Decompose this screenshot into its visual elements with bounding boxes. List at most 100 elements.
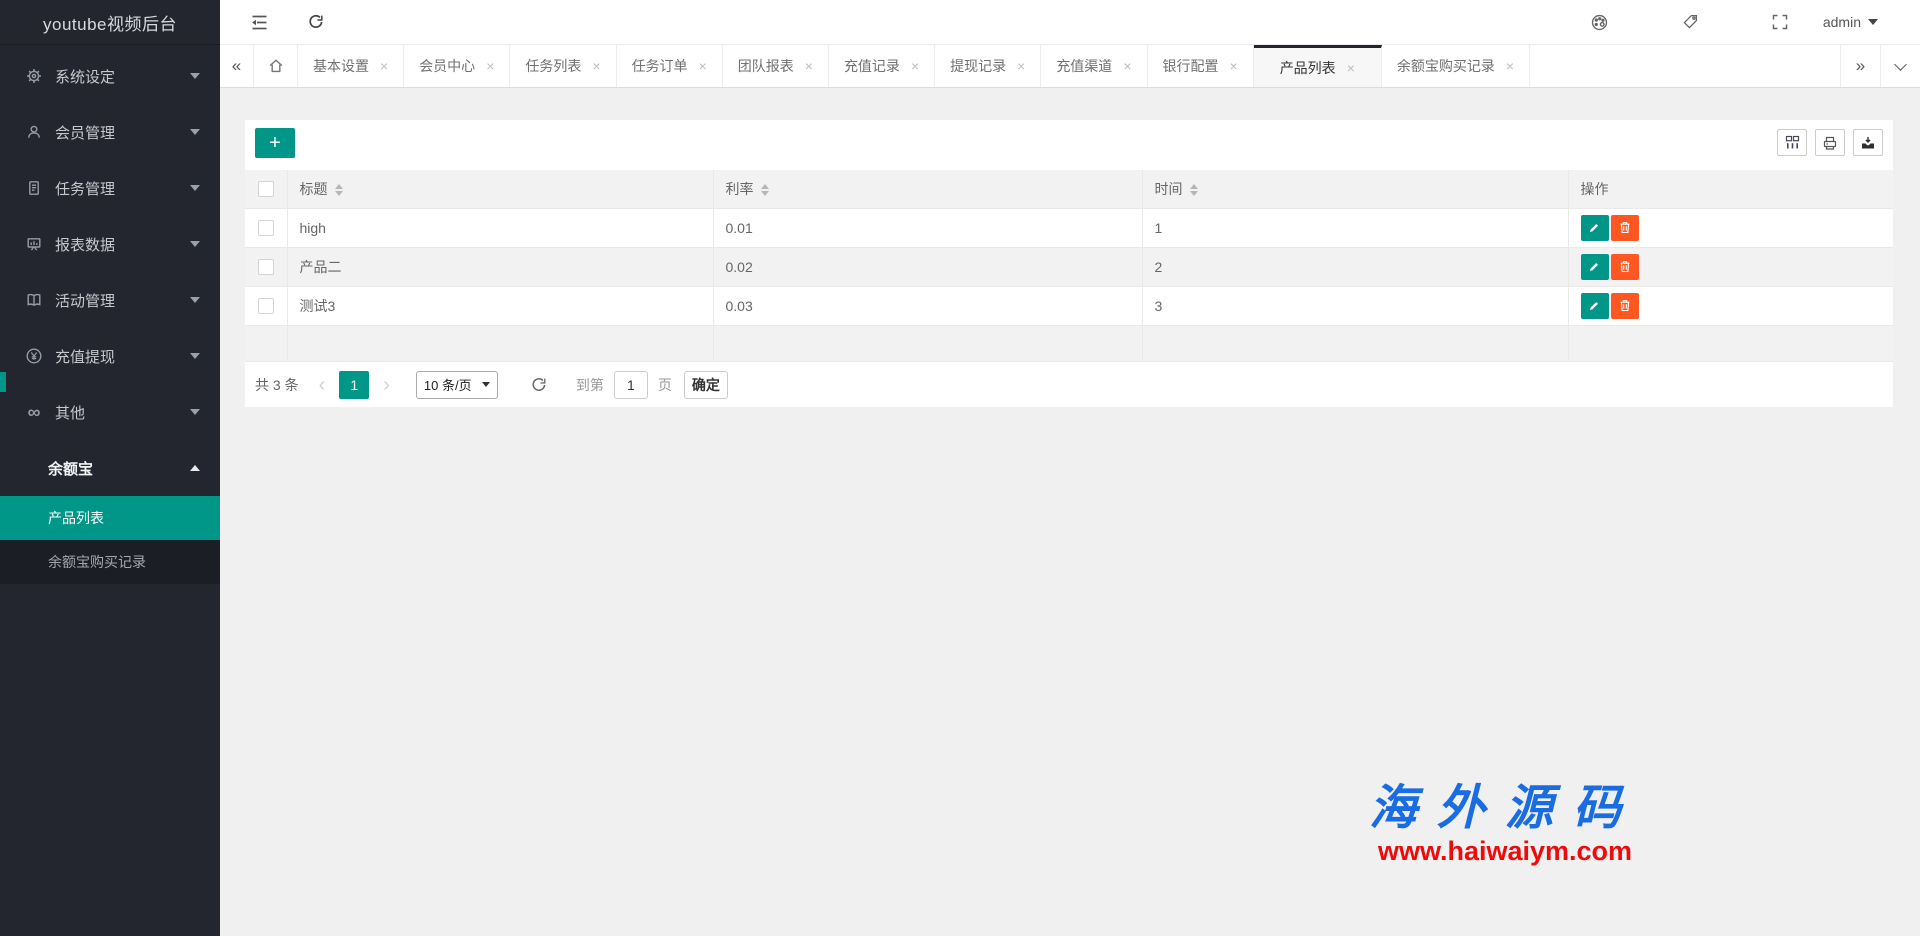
add-button[interactable]: + xyxy=(255,128,295,158)
tab-close-icon[interactable]: × xyxy=(592,58,600,74)
total-count: 共 3 条 xyxy=(255,375,299,395)
table-row-empty xyxy=(245,325,1893,361)
tabs-menu-button[interactable] xyxy=(1880,45,1920,87)
tab-close-icon[interactable]: × xyxy=(486,58,494,74)
tab-withdraw-records[interactable]: 提现记录 × xyxy=(935,45,1041,87)
edit-button[interactable] xyxy=(1581,293,1609,319)
fullscreen-icon[interactable] xyxy=(1771,13,1789,31)
chevron-down-icon xyxy=(190,353,200,359)
edit-pencil-icon xyxy=(1588,299,1601,312)
pager-refresh-button[interactable] xyxy=(530,376,548,394)
sort-icon[interactable] xyxy=(335,184,343,196)
tab-task-orders[interactable]: 任务订单 × xyxy=(617,45,723,87)
sidebar-item-label: 其他 xyxy=(55,402,85,423)
tab-close-icon[interactable]: × xyxy=(1123,58,1131,74)
tab-close-icon[interactable]: × xyxy=(911,58,919,74)
cell-title: 测试3 xyxy=(287,286,713,325)
prev-page-button[interactable]: ‹ xyxy=(319,375,326,395)
tab-member-center[interactable]: 会员中心× xyxy=(404,45,510,87)
tabs-scroll-right-button[interactable]: » xyxy=(1840,45,1880,87)
edit-button[interactable] xyxy=(1581,254,1609,280)
row-select-cell xyxy=(245,247,287,286)
tab-close-icon[interactable]: × xyxy=(1347,60,1355,76)
book-icon xyxy=(24,290,44,310)
yen-circle-icon xyxy=(24,346,44,366)
page-number-button[interactable]: 1 xyxy=(339,371,369,399)
tab-close-icon[interactable]: × xyxy=(805,58,813,74)
column-header: 时间 xyxy=(1142,170,1568,208)
column-label: 标题 xyxy=(300,181,328,197)
sidebar-item-recharge-withdraw[interactable]: 充值提现 xyxy=(0,328,220,384)
sidebar-item-task-management[interactable]: 任务管理 xyxy=(0,160,220,216)
column-header: 标题 xyxy=(287,170,713,208)
tab-label: 充值渠道 xyxy=(1056,56,1112,76)
tab-label: 产品列表 xyxy=(1280,58,1336,78)
cell-rate: 0.01 xyxy=(713,208,1142,247)
menu-fold-icon[interactable] xyxy=(250,13,269,32)
pagination: 共 3 条 ‹ 1 › 10 条/页 到第 页 确定 xyxy=(245,362,1893,407)
theme-palette-icon[interactable] xyxy=(1590,13,1609,32)
filter-columns-button[interactable] xyxy=(1777,129,1807,156)
refresh-icon[interactable] xyxy=(307,13,325,31)
refresh-icon xyxy=(530,376,548,394)
delete-button[interactable] xyxy=(1611,215,1639,241)
product-list-card: + xyxy=(245,120,1893,407)
row-checkbox[interactable] xyxy=(258,259,274,275)
tab-label: 任务列表 xyxy=(525,56,581,76)
sidebar-item-system-settings[interactable]: 系统设定 xyxy=(0,48,220,104)
sort-icon[interactable] xyxy=(1190,184,1198,196)
tab-close-icon[interactable]: × xyxy=(1506,58,1514,74)
column-header: 操作 xyxy=(1568,170,1893,208)
trash-icon xyxy=(1619,299,1631,312)
chart-board-icon xyxy=(24,234,44,254)
tab-team-report[interactable]: 团队报表× xyxy=(723,45,829,87)
cell-actions xyxy=(1568,208,1893,247)
home-icon xyxy=(267,57,285,75)
tabs-scroll-left-button[interactable]: « xyxy=(220,45,254,87)
edit-button[interactable] xyxy=(1581,215,1609,241)
submenu-item-product-list[interactable]: 产品列表 xyxy=(0,496,220,540)
tab-recharge-channels[interactable]: 充值渠道 × xyxy=(1041,45,1147,87)
confirm-button[interactable]: 确定 xyxy=(684,371,728,399)
tab-close-icon[interactable]: × xyxy=(699,58,707,74)
tab-label: 基本设置 xyxy=(313,56,369,76)
goto-page-input[interactable] xyxy=(614,371,648,399)
sidebar-item-activity-management[interactable]: 活动管理 xyxy=(0,272,220,328)
tab-close-icon[interactable]: × xyxy=(1017,58,1025,74)
delete-button[interactable] xyxy=(1611,293,1639,319)
tab-task-list[interactable]: 任务列表 × xyxy=(510,45,616,87)
delete-button[interactable] xyxy=(1611,254,1639,280)
print-button[interactable] xyxy=(1815,129,1845,156)
tag-icon[interactable] xyxy=(1681,13,1699,31)
sort-icon[interactable] xyxy=(761,184,769,196)
row-checkbox[interactable] xyxy=(258,298,274,314)
select-all-checkbox[interactable] xyxy=(258,181,274,197)
chevron-down-icon xyxy=(190,73,200,79)
tab-close-icon[interactable]: × xyxy=(380,58,388,74)
table-row: 测试30.033 xyxy=(245,286,1893,325)
tab-close-icon[interactable]: × xyxy=(1230,58,1238,74)
tab-label: 任务订单 xyxy=(632,56,688,76)
tab-recharge-records[interactable]: 充值记录× xyxy=(829,45,935,87)
column-label: 时间 xyxy=(1155,181,1183,197)
row-checkbox[interactable] xyxy=(258,220,274,236)
tab-basic-settings[interactable]: 基本设置 × xyxy=(298,45,404,87)
sidebar-group-yuebao[interactable]: 余额宝 xyxy=(0,440,220,496)
user-menu[interactable]: admin xyxy=(1823,14,1878,30)
home-tab-button[interactable] xyxy=(254,45,298,87)
cell-title: high xyxy=(287,208,713,247)
tab-yuebao-purchase-records[interactable]: 余额宝购买记录× xyxy=(1382,45,1530,87)
export-button[interactable] xyxy=(1853,129,1883,156)
sidebar-item-member-management[interactable]: 会员管理 xyxy=(0,104,220,160)
page-size-select[interactable]: 10 条/页 xyxy=(416,371,498,399)
chevron-down-icon xyxy=(1868,19,1878,25)
sidebar-item-other[interactable]: ∞其他 xyxy=(0,384,220,440)
tab-product-list[interactable]: 产品列表 × xyxy=(1254,45,1382,87)
chevron-down-icon xyxy=(190,185,200,191)
sidebar-item-label: 充值提现 xyxy=(55,346,115,367)
tab-label: 提现记录 xyxy=(950,56,1006,76)
sidebar-item-report-data[interactable]: 报表数据 xyxy=(0,216,220,272)
tab-bank-config[interactable]: 银行配置× xyxy=(1148,45,1254,87)
submenu-item-yuebao-purchase-records[interactable]: 余额宝购买记录 xyxy=(0,540,220,584)
next-page-button[interactable]: › xyxy=(383,375,390,395)
